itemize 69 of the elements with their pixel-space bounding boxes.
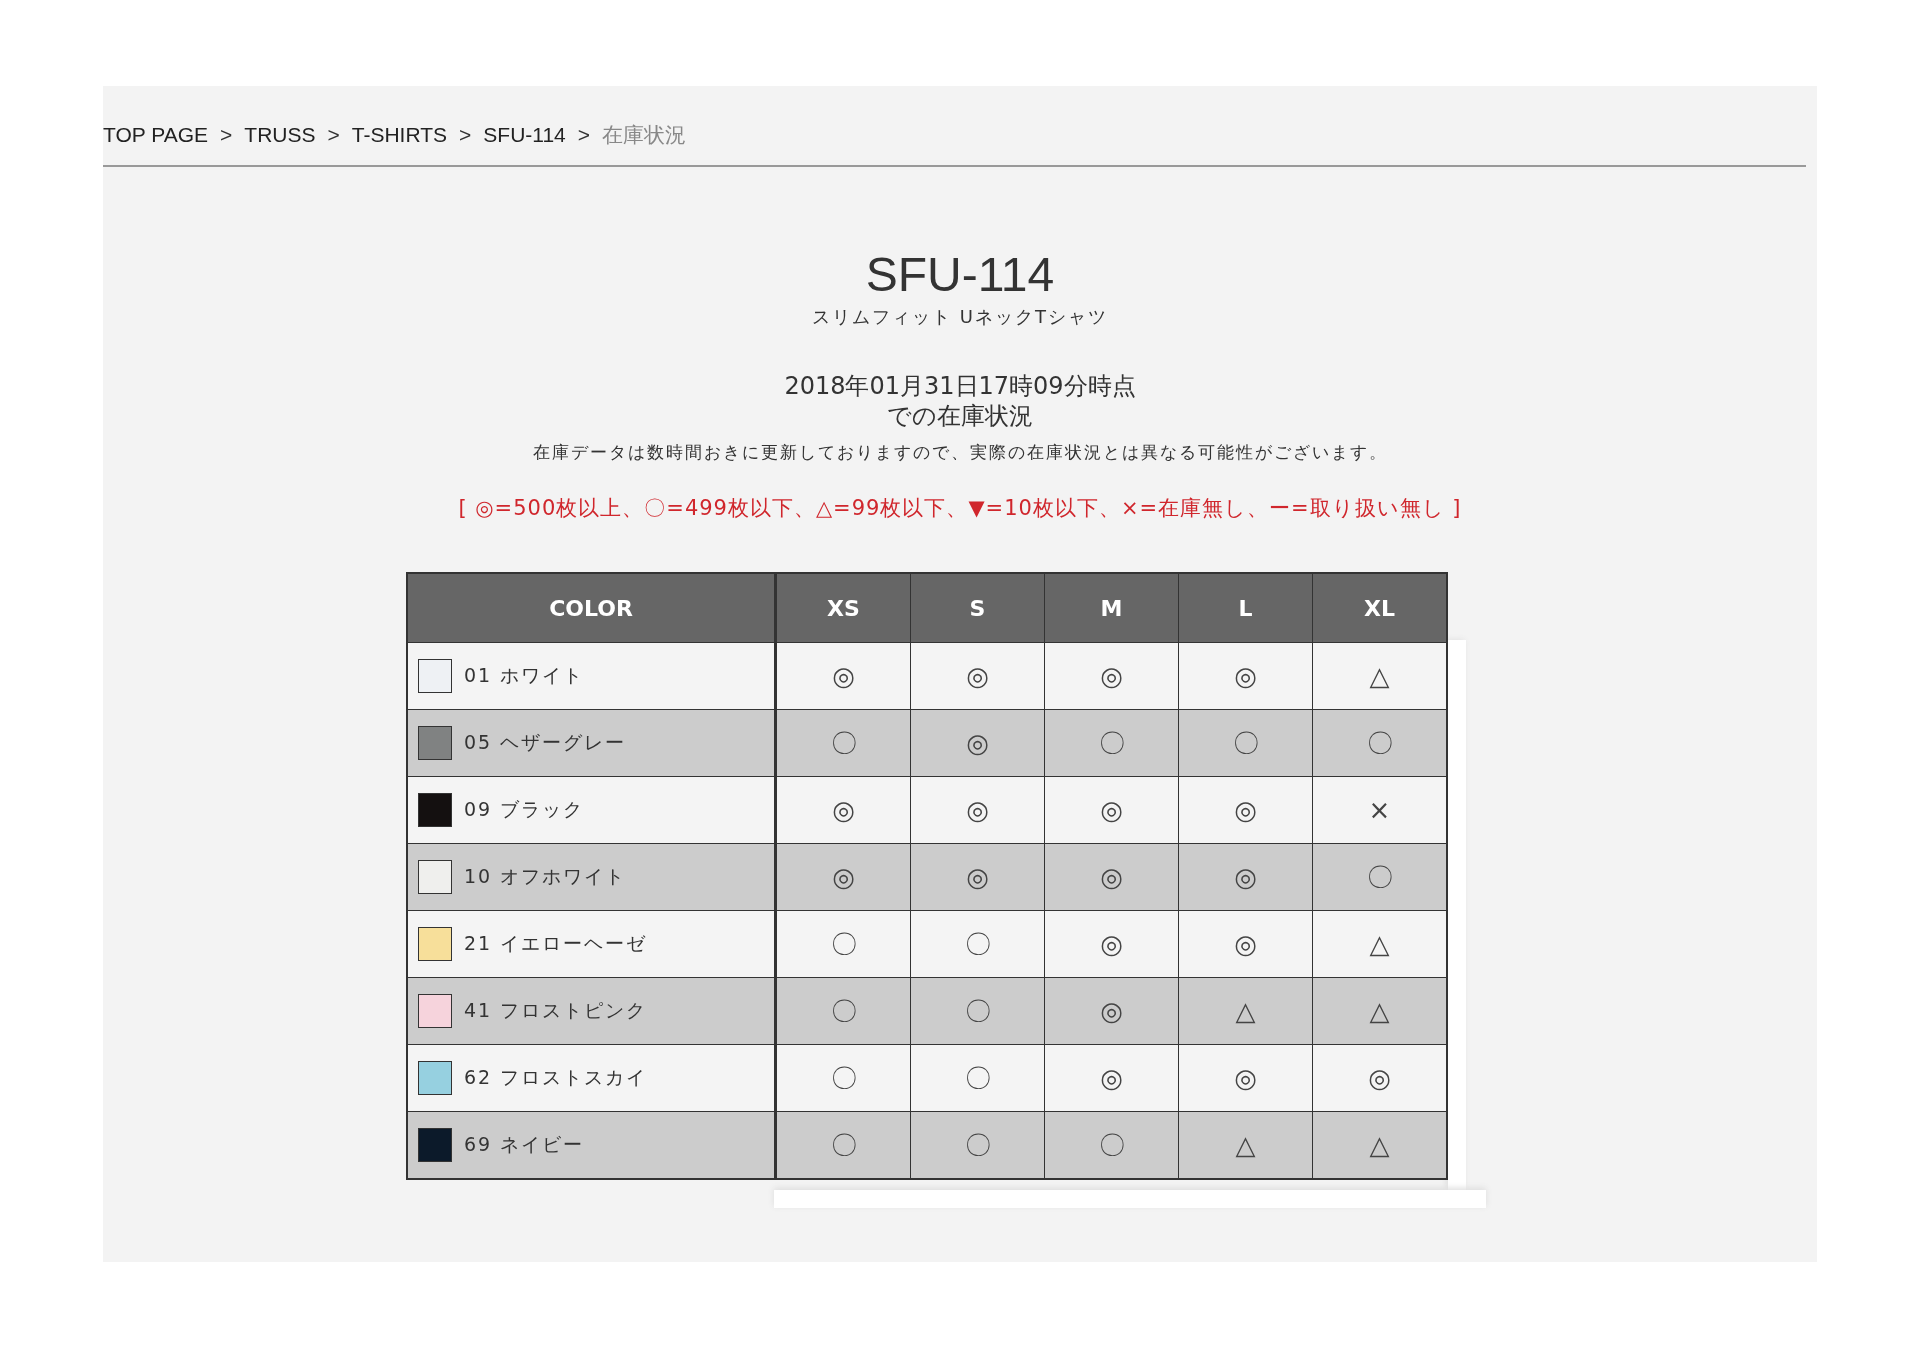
stock-cell: × <box>1312 776 1447 844</box>
column-header: XS <box>775 573 911 643</box>
stock-cell: ◎ <box>1178 843 1313 911</box>
stock-cell: ◎ <box>1044 977 1179 1045</box>
breadcrumb-separator: > <box>220 123 233 147</box>
stock-cell: 〇 <box>1178 709 1313 777</box>
breadcrumb-link[interactable]: T-SHIRTS <box>351 123 448 147</box>
stock-cell: ◎ <box>1178 642 1313 710</box>
color-name: 62 フロストスカイ <box>464 1065 648 1090</box>
stock-cell: 〇 <box>775 709 911 777</box>
color-name: 41 フロストピンク <box>464 998 648 1023</box>
product-code: SFU-114 <box>865 249 1055 301</box>
stock-cell: △ <box>1312 910 1447 978</box>
stock-cell: △ <box>1178 977 1313 1045</box>
update-note: 在庫データは数時間おきに更新しておりますので、実際の在庫状況とは異なる可能性がございます。 <box>532 441 1388 464</box>
color-name: 21 イエローヘーゼ <box>464 931 648 956</box>
stock-legend: [ ◎=500枚以上、〇=499枚以下、△=99枚以下、▼=10枚以下、×=在庫無し、ー=取り扱い無し ] <box>458 494 1462 522</box>
stock-cell: ◎ <box>775 843 911 911</box>
breadcrumb-separator: > <box>459 123 472 147</box>
stock-cell: ◎ <box>1178 776 1313 844</box>
stock-cell: 〇 <box>910 1044 1045 1112</box>
stock-cell: ◎ <box>910 642 1045 710</box>
stock-cell: 〇 <box>910 977 1045 1045</box>
stock-cell: ◎ <box>1044 642 1179 710</box>
stock-cell: ◎ <box>1044 776 1179 844</box>
color-name: 09 ブラック <box>464 797 585 822</box>
stock-cell: 〇 <box>1044 1111 1179 1179</box>
stock-cell: △ <box>1312 1111 1447 1179</box>
stock-cell: △ <box>1178 1111 1313 1179</box>
column-header: XL <box>1312 573 1447 643</box>
stock-cell: 〇 <box>910 1111 1045 1179</box>
stock-cell: △ <box>1312 642 1447 710</box>
stock-cell: ◎ <box>1044 843 1179 911</box>
stock-cell: ◎ <box>910 843 1045 911</box>
breadcrumb-link[interactable]: TRUSS <box>244 123 316 147</box>
breadcrumb-current: 在庫状況 <box>602 122 687 148</box>
color-name: 10 オフホワイト <box>464 864 627 889</box>
stock-cell: 〇 <box>1312 709 1447 777</box>
breadcrumb-link[interactable]: SFU-114 <box>483 123 566 147</box>
column-header: COLOR <box>407 573 776 643</box>
stock-cell: 〇 <box>1044 709 1179 777</box>
stock-cell: 〇 <box>775 910 911 978</box>
stock-cell: ◎ <box>1178 910 1313 978</box>
stock-timestamp: 2018年01月31日17時09分時点 <box>784 371 1136 401</box>
color-name: 69 ネイビー <box>464 1132 585 1157</box>
stock-cell: ◎ <box>1044 910 1179 978</box>
stock-cell: ◎ <box>775 642 911 710</box>
breadcrumb-separator: > <box>577 123 591 147</box>
stock-cell: ◎ <box>775 776 911 844</box>
color-name: 05 ヘザーグレー <box>464 730 627 755</box>
stock-cell: ◎ <box>1044 1044 1179 1112</box>
stock-cell: 〇 <box>775 977 911 1045</box>
stock-cell: ◎ <box>910 709 1045 777</box>
breadcrumb-separator: > <box>327 123 340 147</box>
column-header: S <box>910 573 1045 643</box>
stock-timestamp: での在庫状況 <box>887 401 1033 431</box>
stock-cell: 〇 <box>775 1111 911 1179</box>
stock-cell: ◎ <box>1178 1044 1313 1112</box>
breadcrumb-link[interactable]: TOP PAGE <box>103 123 209 147</box>
stock-cell: ◎ <box>910 776 1045 844</box>
column-header: M <box>1044 573 1179 643</box>
stock-cell: ◎ <box>1312 1044 1447 1112</box>
stock-cell: △ <box>1312 977 1447 1045</box>
stock-cell: 〇 <box>910 910 1045 978</box>
column-header: L <box>1178 573 1313 643</box>
stock-cell: 〇 <box>775 1044 911 1112</box>
color-name: 01 ホワイト <box>464 663 585 688</box>
product-name: スリムフィット UネックTシャツ <box>812 305 1108 329</box>
stock-cell: 〇 <box>1312 843 1447 911</box>
